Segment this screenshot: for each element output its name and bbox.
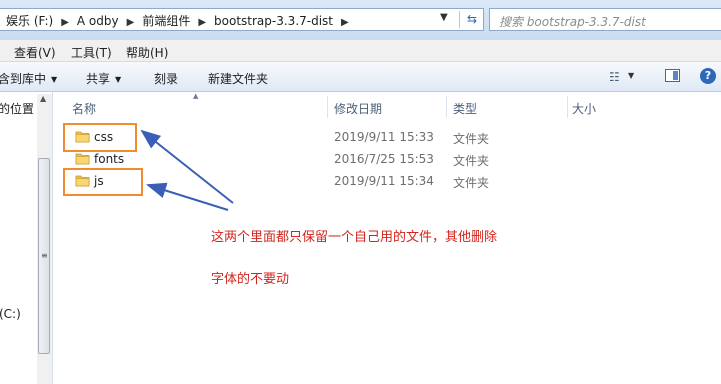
annotation-arrows [140, 129, 234, 211]
annotation-line-1: 这两个里面都只保留一个自己用的文件，其他删除 [211, 230, 498, 245]
annotation-note: 这两个里面都只保留一个自己用的文件，其他删除 字体的不要动 [211, 206, 497, 311]
annotation-line-2: 字体的不要动 [211, 272, 290, 287]
arrow-to-css [140, 129, 234, 204]
